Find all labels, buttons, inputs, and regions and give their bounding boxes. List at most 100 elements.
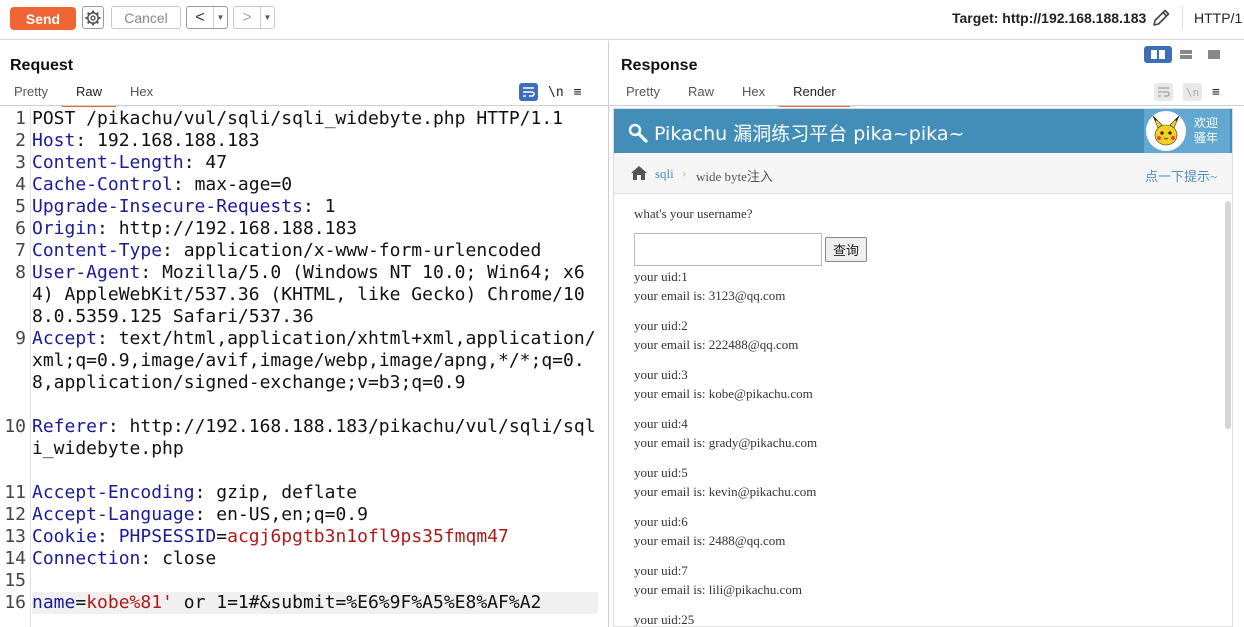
breadcrumb-current: wide byte注入 (696, 169, 773, 184)
cancel-button[interactable]: Cancel (111, 6, 181, 29)
header-value: 192.168.188.183 (97, 130, 260, 151)
header-name: Content-Length (32, 152, 184, 173)
request-editor[interactable]: 1 POST /pikachu/vul/sqli/sqli_widebyte.p… (0, 108, 608, 627)
wrap-lines-icon (523, 87, 535, 97)
greeting-line-2: 骚年 (1194, 131, 1219, 145)
header-line[interactable]: Origin: http://192.168.188.183 (32, 218, 598, 240)
result-item: your uid:6 your email is: 2488@qq.com (634, 512, 785, 550)
back-arrow-icon[interactable]: < (187, 7, 213, 28)
rendered-page[interactable]: Pikachu 漏洞练习平台 pika~pika~ 欢迎 骚年 sqli › w… (613, 108, 1233, 627)
result-uid: your uid:7 (634, 563, 688, 578)
request-menu-icon[interactable]: ≡ (574, 85, 582, 100)
send-button[interactable]: Send (10, 7, 76, 30)
http-version-label[interactable]: HTTP/1 (1194, 10, 1242, 26)
forward-button[interactable]: > ▼ (233, 6, 275, 29)
forward-arrow-icon[interactable]: > (234, 7, 260, 28)
response-menu-icon[interactable]: ≡ (1212, 85, 1220, 100)
response-tab-pretty[interactable]: Pretty (612, 83, 674, 105)
header-name: Accept (32, 328, 98, 349)
line-number: 12 (4, 504, 26, 525)
result-item: your uid:1 your email is: 3123@qq.com (634, 267, 785, 305)
forward-history-dropdown-icon[interactable]: ▼ (260, 7, 274, 28)
edit-target-button[interactable] (1150, 7, 1172, 29)
breadcrumb-link-sqli[interactable]: sqli (655, 166, 674, 182)
header-line[interactable]: Accept: text/html,application/xhtml+xml,… (32, 328, 598, 394)
username-input[interactable] (634, 233, 822, 266)
gear-icon (85, 10, 101, 25)
header-line[interactable]: Accept-Language: en-US,en;q=0.9 (32, 504, 598, 526)
result-uid: your uid:1 (634, 269, 688, 284)
response-tab-render[interactable]: Render (779, 83, 850, 107)
header-line[interactable]: Upgrade-Insecure-Requests: 1 (32, 196, 598, 218)
pikachu-avatar (1146, 111, 1186, 151)
word-wrap-toggle[interactable] (519, 83, 538, 101)
cookie-name: PHPSESSID (118, 526, 217, 547)
header-line[interactable]: Cache-Control: max-age=0 (32, 174, 598, 196)
request-line[interactable]: POST /pikachu/vul/sqli/sqli_widebyte.php… (32, 108, 598, 130)
response-word-wrap-toggle[interactable] (1154, 83, 1173, 101)
header-line[interactable]: Content-Length: 47 (32, 152, 598, 174)
line-number: 15 (4, 570, 26, 591)
request-tab-pretty[interactable]: Pretty (0, 83, 62, 105)
settings-button[interactable] (82, 6, 104, 29)
wrench-icon (628, 123, 648, 143)
result-email: your email is: 222488@qq.com (634, 337, 799, 352)
query-button[interactable]: 查询 (825, 237, 867, 262)
request-tabs-underline (0, 105, 608, 106)
header-value: text/html,application/xhtml+xml,applicat… (32, 328, 596, 393)
result-uid: your uid:25 (634, 612, 695, 627)
cookie-line[interactable]: Cookie: PHPSESSID=acgj6pgtb3n1ofl9ps35fm… (32, 526, 598, 548)
header-line[interactable]: User-Agent: Mozilla/5.0 (Windows NT 10.0… (32, 262, 598, 328)
request-title: Request (10, 57, 74, 74)
result-uid: your uid:4 (634, 416, 688, 431)
header-name: Connection (32, 548, 141, 569)
result-email: your email is: 3123@qq.com (634, 288, 786, 303)
response-tab-raw[interactable]: Raw (674, 83, 728, 105)
hint-link[interactable]: 点一下提示~ (1145, 166, 1217, 185)
site-header: Pikachu 漏洞练习平台 pika~pika~ 欢迎 骚年 (614, 109, 1232, 153)
line-number: 3 (15, 152, 26, 173)
header-line[interactable]: Host: 192.168.188.183 (32, 130, 598, 152)
request-tab-raw[interactable]: Raw (61, 83, 116, 107)
request-tabs: Pretty Raw Hex (0, 83, 167, 107)
request-tab-hex[interactable]: Hex (116, 83, 167, 105)
response-panel: Response Pretty Raw Hex Render \n ≡ Pika… (609, 41, 1244, 627)
body-line[interactable]: name=kobe%81' or 1=1#&submit=%E6%9F%A5%E… (32, 592, 598, 614)
line-number: 13 (4, 526, 26, 547)
greeting-line-1: 欢迎 (1194, 116, 1219, 130)
result-uid: your uid:3 (634, 367, 688, 382)
back-history-dropdown-icon[interactable]: ▼ (213, 7, 227, 28)
header-value: http://192.168.188.183 (118, 218, 358, 239)
header-value: http://192.168.188.183/pikachu/vul/sqli/… (32, 416, 596, 459)
line-number: 1 (15, 108, 26, 129)
show-newlines-toggle[interactable]: \n (548, 85, 564, 100)
result-item: your uid:7 your email is: lili@pikachu.c… (634, 561, 802, 599)
back-button[interactable]: < ▼ (186, 6, 228, 29)
pikachu-icon (1152, 115, 1180, 146)
response-tabs: Pretty Raw Hex Render (612, 83, 850, 107)
header-line[interactable]: Content-Type: application/x-www-form-url… (32, 240, 598, 262)
header-value: max-age=0 (194, 174, 293, 195)
header-value: 1 (324, 196, 336, 217)
breadcrumb-separator-icon: › (682, 165, 687, 180)
render-scrollbar[interactable] (1224, 199, 1232, 626)
body-param-rest: or 1=1#&submit=%E6%9F%A5%E8%AF%A2 (172, 592, 542, 613)
cookie-value: acgj6pgtb3n1ofl9ps35fmqm47 (227, 526, 509, 547)
response-show-newlines-toggle[interactable]: \n (1183, 83, 1202, 101)
header-name: Cache-Control (32, 174, 173, 195)
header-line[interactable]: Connection: close (32, 548, 598, 570)
header-value: application/x-www-form-urlencoded (183, 240, 542, 261)
result-item: your uid:2 your email is: 222488@qq.com (634, 316, 798, 354)
response-tab-hex[interactable]: Hex (728, 83, 779, 105)
pencil-icon (1153, 9, 1170, 26)
result-item: your uid:5 your email is: kevin@pikachu.… (634, 463, 816, 501)
header-line[interactable]: Accept-Encoding: gzip, deflate (32, 482, 598, 504)
render-scrollbar-thumb[interactable] (1225, 201, 1231, 429)
home-icon[interactable] (630, 165, 648, 181)
line-number: 16 (4, 592, 26, 613)
response-title: Response (621, 57, 698, 74)
user-menu[interactable]: 欢迎 骚年 (1144, 109, 1230, 153)
result-uid: your uid:6 (634, 514, 688, 529)
request-line-text: POST /pikachu/vul/sqli/sqli_widebyte.php… (32, 108, 564, 129)
header-line[interactable]: Referer: http://192.168.188.183/pikachu/… (32, 416, 598, 460)
